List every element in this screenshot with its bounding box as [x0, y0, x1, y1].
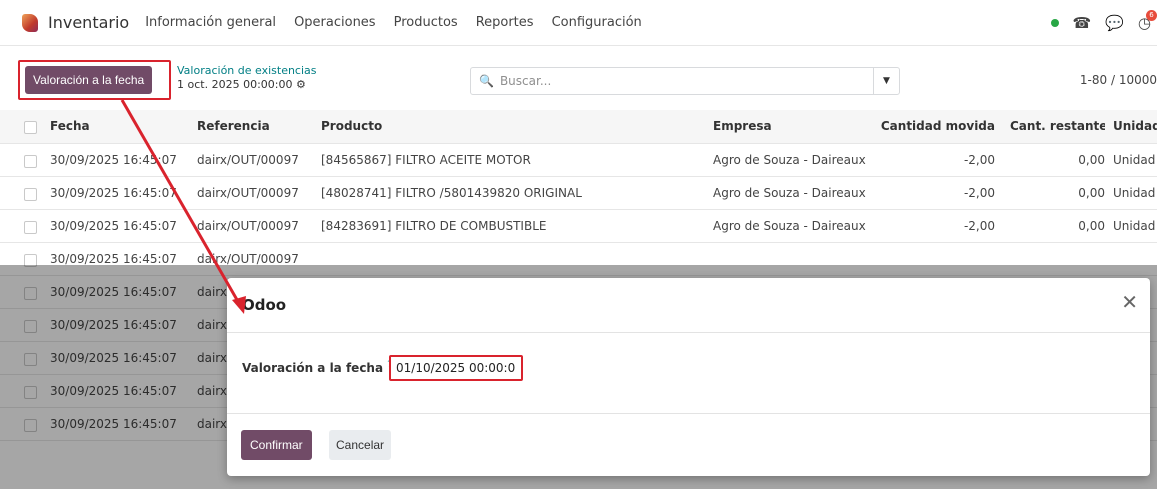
menu-reportes[interactable]: Reportes [476, 15, 534, 30]
table-header: Fecha Referencia Producto Empresa Cantid… [0, 110, 1157, 144]
dialog-header: Odoo ✕ [227, 278, 1150, 333]
pager-value[interactable]: 1-80 / 10000 [1080, 73, 1157, 87]
cell-fecha: 30/09/2025 16:45:07 [50, 186, 177, 200]
cell-producto: [84565867] FILTRO ACEITE MOTOR [321, 153, 531, 167]
dialog-title: Odoo [242, 296, 287, 314]
cell-fecha: 30/09/2025 16:45:07 [50, 153, 177, 167]
search-icon: 🔍 [479, 74, 494, 88]
cell-unidad: Unidad [1113, 186, 1156, 200]
control-panel: Valoración a la fecha Valoración de exis… [0, 46, 1157, 110]
row-checkbox[interactable] [24, 221, 37, 234]
cell-cantidad-movida: -2,00 [963, 186, 995, 200]
menu-productos[interactable]: Productos [394, 15, 458, 30]
cell-producto: [48028741] FILTRO /5801439820 ORIGINAL [321, 186, 582, 200]
cell-cant-restante: 0,00 [1078, 186, 1105, 200]
cell-unidad: Unidad [1113, 219, 1156, 233]
status-online-icon [1050, 19, 1059, 27]
breadcrumb: Valoración de existencias 1 oct. 2025 00… [177, 64, 317, 92]
header-unidad[interactable]: Unidad [1113, 110, 1157, 143]
breadcrumb-title[interactable]: Valoración de existencias [177, 64, 317, 78]
cell-referencia: dairx/OUT/00097 [197, 186, 299, 200]
table-row[interactable]: 30/09/2025 16:45:07 dairx/OUT/00097 [84283… [0, 210, 1157, 243]
breadcrumb-date: 1 oct. 2025 00:00:00 ⚙ [177, 78, 306, 91]
select-all-checkbox[interactable] [24, 121, 37, 134]
menu-informacion-general[interactable]: Información general [145, 15, 276, 30]
dialog-footer: Confirmar Cancelar [227, 413, 1150, 476]
row-checkbox[interactable] [24, 188, 37, 201]
systray: ☎ 💬 ◷ 6 [1050, 0, 1157, 46]
search-bar[interactable]: 🔍 Buscar... ▼ [470, 67, 900, 95]
cell-cant-restante: 0,00 [1078, 153, 1105, 167]
valuation-date-label: Valoración a la fecha ? [242, 360, 392, 375]
valuation-date-input[interactable] [389, 355, 523, 381]
menu-configuracion[interactable]: Configuración [552, 15, 642, 30]
valuation-date-dialog: Odoo ✕ Valoración a la fecha ? Confirmar… [227, 278, 1150, 476]
highlight-box-button [18, 60, 171, 100]
cell-fecha: 30/09/2025 16:45:07 [50, 219, 177, 233]
activity-badge: 6 [1146, 9, 1157, 21]
header-cantidad-movida[interactable]: Cantidad movida [870, 110, 995, 143]
cancel-button[interactable]: Cancelar [329, 430, 392, 460]
confirm-button[interactable]: Confirmar [241, 430, 312, 460]
cell-empresa: Agro de Souza - Daireaux [713, 153, 866, 167]
search-input[interactable]: Buscar... [500, 74, 551, 88]
header-fecha[interactable]: Fecha [50, 110, 185, 143]
gear-icon[interactable]: ⚙ [296, 78, 306, 91]
cell-unidad: Unidad [1113, 153, 1156, 167]
top-navbar: Inventario Información general Operacion… [0, 0, 1157, 46]
header-empresa[interactable]: Empresa [713, 110, 893, 143]
cell-referencia: dairx/OUT/00097 [197, 153, 299, 167]
chat-icon[interactable]: 💬 [1105, 15, 1124, 31]
close-icon[interactable]: ✕ [1121, 292, 1138, 312]
header-cant-restante[interactable]: Cant. restante [1010, 110, 1105, 143]
cell-cantidad-movida: -2,00 [963, 153, 995, 167]
cell-cantidad-movida: -2,00 [963, 219, 995, 233]
search-options-dropdown-icon[interactable]: ▼ [873, 68, 899, 94]
phone-icon[interactable]: ☎ [1073, 15, 1092, 31]
inventory-app-icon[interactable] [22, 13, 38, 32]
cell-empresa: Agro de Souza - Daireaux [713, 219, 866, 233]
cell-cant-restante: 0,00 [1078, 219, 1105, 233]
cell-referencia: dairx/OUT/00097 [197, 219, 299, 233]
table-row[interactable]: 30/09/2025 16:45:07 dairx/OUT/00097 [84565… [0, 144, 1157, 177]
table-row[interactable]: 30/09/2025 16:45:07 dairx/OUT/00097 [48028… [0, 177, 1157, 210]
header-producto[interactable]: Producto [321, 110, 701, 143]
cell-empresa: Agro de Souza - Daireaux [713, 186, 866, 200]
cell-producto: [84283691] FILTRO DE COMBUSTIBLE [321, 219, 547, 233]
app-name[interactable]: Inventario [48, 13, 129, 32]
menu-operaciones[interactable]: Operaciones [294, 15, 376, 30]
row-checkbox[interactable] [24, 155, 37, 168]
activity-clock-icon[interactable]: ◷ 6 [1138, 9, 1157, 31]
header-referencia[interactable]: Referencia [197, 110, 312, 143]
